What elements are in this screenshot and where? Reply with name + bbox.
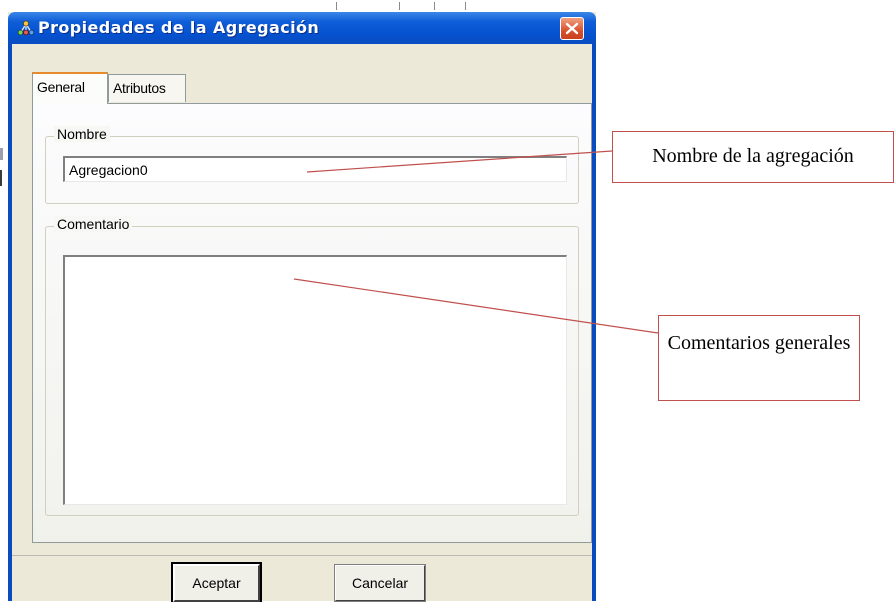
properties-dialog: Propiedades de la Agregación General Atr… [8, 12, 596, 602]
tab-panel-general: Nombre Comentario [32, 103, 592, 543]
comentario-label: Comentario [54, 216, 133, 232]
comentario-textarea[interactable] [63, 255, 567, 505]
footer-divider [12, 555, 592, 556]
close-button[interactable] [560, 17, 584, 40]
tab-general-label: General [37, 79, 85, 95]
nombre-input[interactable] [63, 156, 567, 182]
aggregation-icon [17, 20, 35, 36]
comentarios-callout: Comentarios generales [658, 315, 860, 401]
nombre-callout: Nombre de la agregación [612, 131, 894, 183]
background-window-edge [0, 170, 2, 186]
toolbar-separator [336, 2, 337, 10]
nombre-label: Nombre [54, 126, 110, 142]
toolbar-separator [465, 2, 466, 10]
cancelar-button[interactable]: Cancelar [334, 564, 426, 602]
window-border-left [8, 44, 12, 601]
background-window-edge [0, 0, 894, 12]
tab-general[interactable]: General [32, 72, 108, 104]
background-window-edge [0, 148, 3, 160]
title-bar[interactable]: Propiedades de la Agregación [8, 12, 596, 44]
aceptar-button[interactable]: Aceptar [171, 562, 262, 602]
toolbar-separator [434, 2, 435, 10]
close-icon [565, 22, 579, 35]
tab-atributos-label: Atributos [113, 80, 166, 96]
dialog-title: Propiedades de la Agregación [38, 18, 320, 37]
toolbar-separator [399, 2, 400, 10]
window-border-right [592, 44, 596, 601]
tab-atributos[interactable]: Atributos [108, 74, 186, 102]
